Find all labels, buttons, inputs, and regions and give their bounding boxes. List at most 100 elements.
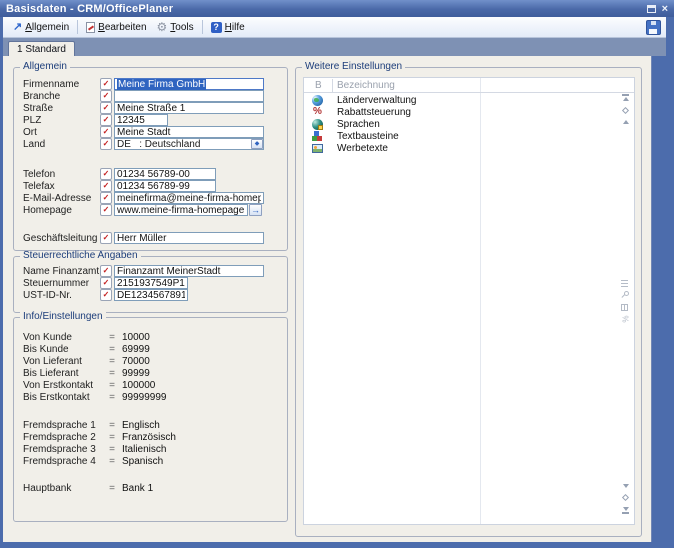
- edit-icon[interactable]: [100, 78, 112, 90]
- group-info: Info/Einstellungen Von Kunde=10000 Bis K…: [13, 317, 288, 522]
- scroll-to-bottom-icon[interactable]: [622, 507, 629, 514]
- panel-handle-icon[interactable]: [621, 280, 628, 287]
- list-item-label: Länderverwaltung: [337, 95, 417, 106]
- field-row: Ort: [23, 126, 287, 138]
- list-item-label: Werbetexte: [337, 143, 388, 154]
- list-item-textbausteine[interactable]: Textbausteine: [304, 130, 634, 142]
- edit-icon[interactable]: [100, 90, 112, 102]
- email-input[interactable]: [114, 192, 264, 204]
- right-splitter[interactable]: [651, 56, 666, 542]
- scroll-down-icon[interactable]: [623, 484, 629, 488]
- branche-input[interactable]: [114, 90, 264, 102]
- percent-tool-icon[interactable]: [621, 315, 629, 322]
- ort-input[interactable]: [114, 126, 264, 138]
- edit-icon[interactable]: [100, 126, 112, 138]
- edit-icon[interactable]: [100, 168, 112, 180]
- menu-item-tools[interactable]: Tools: [152, 19, 199, 36]
- row-gap: [14, 150, 287, 168]
- field-row: Branche: [23, 90, 287, 102]
- group-allgemein: Allgemein Firmenname Meine Firma GmbH Br…: [13, 67, 288, 251]
- info-value: Englisch: [122, 420, 160, 431]
- magnifier-icon[interactable]: [620, 291, 629, 300]
- finanzamt-input[interactable]: [114, 265, 264, 277]
- info-row: Von Erstkontakt=100000: [23, 379, 287, 391]
- homepage-input[interactable]: [114, 204, 248, 216]
- strasse-input[interactable]: [114, 102, 264, 114]
- info-row: Von Lieferant=70000: [23, 355, 287, 367]
- firmenname-input[interactable]: Meine Firma GmbH: [114, 78, 264, 90]
- column-header-bezeichnung[interactable]: Bezeichnung: [337, 80, 395, 91]
- menu-item-allgemein[interactable]: Allgemein: [8, 19, 74, 36]
- blocks-icon: [312, 131, 323, 142]
- restore-icon[interactable]: [647, 5, 656, 13]
- plz-input[interactable]: [114, 114, 168, 126]
- edit-icon[interactable]: [100, 289, 112, 301]
- info-value: 70000: [122, 356, 150, 367]
- menu-item-hilfe[interactable]: Hilfe: [206, 19, 250, 36]
- list-item-label: Rabattsteuerung: [337, 107, 411, 118]
- steuernummer-input[interactable]: [114, 277, 188, 289]
- field-label: Straße: [23, 103, 100, 114]
- equals-sign: =: [108, 483, 116, 494]
- scroll-to-top-icon[interactable]: [622, 94, 629, 101]
- close-icon[interactable]: [662, 4, 668, 14]
- list-header: B Bezeichnung: [304, 78, 634, 93]
- list-item-sprachen[interactable]: Sprachen: [304, 118, 634, 130]
- geschaeftsleitung-input[interactable]: [114, 232, 264, 244]
- info-value: 100000: [122, 380, 155, 391]
- scroll-free-icon[interactable]: [622, 494, 629, 501]
- edit-icon[interactable]: [100, 204, 112, 216]
- list-item-rabattsteuerung[interactable]: Rabattsteuerung: [304, 106, 634, 118]
- panel-weitere-einstellungen: Weitere Einstellungen B Bezeichnung Länd…: [295, 67, 642, 537]
- field-row: E-Mail-Adresse: [23, 192, 287, 204]
- field-label: Steuernummer: [23, 278, 100, 289]
- info-row: Fremdsprache 4=Spanisch: [23, 455, 287, 467]
- ustid-input[interactable]: [114, 289, 188, 301]
- tab-label: 1 Standard: [17, 44, 66, 55]
- field-row: Steuernummer: [23, 277, 287, 289]
- menu-label: Tools: [170, 22, 193, 33]
- list-item-laenderverwaltung[interactable]: Länderverwaltung: [304, 94, 634, 106]
- scroll-controls-top: [622, 94, 629, 124]
- field-label: UST-ID-Nr.: [23, 290, 100, 301]
- field-row: Telefon: [23, 168, 287, 180]
- edit-icon[interactable]: [100, 232, 112, 244]
- row-gap: [14, 467, 287, 482]
- picture-icon: [312, 144, 323, 153]
- tab-standard[interactable]: 1 Standard: [8, 41, 75, 56]
- grid-icon[interactable]: [621, 304, 628, 311]
- titlebar: Basisdaten - CRM/OfficePlaner: [0, 0, 674, 17]
- globe-dark-icon: [312, 119, 323, 130]
- scroll-up-icon[interactable]: [623, 120, 629, 124]
- list-item-werbetexte[interactable]: Werbetexte: [304, 142, 634, 154]
- equals-sign: =: [108, 380, 116, 391]
- edit-icon[interactable]: [100, 265, 112, 277]
- edit-icon[interactable]: [100, 180, 112, 192]
- row-gap: [14, 403, 287, 419]
- menu-label: Hilfe: [225, 22, 245, 33]
- info-value: 99999: [122, 368, 150, 379]
- equals-sign: =: [108, 356, 116, 367]
- edit-icon[interactable]: [100, 102, 112, 114]
- telefax-input[interactable]: [114, 180, 216, 192]
- open-link-icon[interactable]: [249, 204, 262, 216]
- field-row: Name Finanzamt: [23, 265, 287, 277]
- header-separator: [332, 79, 333, 92]
- menu-item-bearbeiten[interactable]: Bearbeiten: [81, 19, 151, 36]
- edit-icon[interactable]: [100, 138, 112, 150]
- content-area: Allgemein Firmenname Meine Firma GmbH Br…: [3, 56, 666, 542]
- telefon-input[interactable]: [114, 168, 216, 180]
- edit-icon[interactable]: [100, 277, 112, 289]
- info-row: Bis Lieferant=99999: [23, 367, 287, 379]
- info-value: Spanisch: [122, 456, 163, 467]
- land-dropdown[interactable]: DE : Deutschland: [114, 138, 264, 150]
- field-row: UST-ID-Nr.: [23, 289, 287, 301]
- save-icon[interactable]: [646, 20, 661, 35]
- edit-icon[interactable]: [100, 114, 112, 126]
- scroll-free-icon[interactable]: [622, 107, 629, 114]
- side-toolbar: [620, 280, 629, 323]
- dropdown-spinner-icon[interactable]: [251, 139, 263, 149]
- edit-icon[interactable]: [100, 192, 112, 204]
- equals-sign: =: [108, 444, 116, 455]
- column-header-b[interactable]: B: [315, 80, 332, 91]
